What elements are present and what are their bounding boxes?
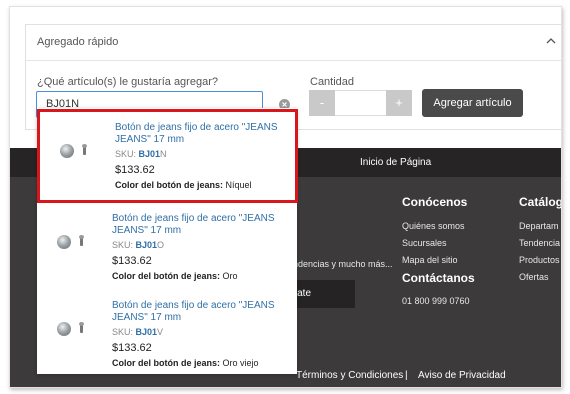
suggestion-sku: SKU: BJ01O <box>112 240 165 250</box>
chevron-up-icon[interactable] <box>544 34 558 48</box>
footer-link-tendencias[interactable]: Tendencia <box>519 238 560 248</box>
pin-image <box>82 144 87 155</box>
footer-link-mapa-del-sitio[interactable]: Mapa del sitio <box>402 255 458 265</box>
footer-link-ofertas[interactable]: Ofertas <box>519 272 549 282</box>
product-thumbnail <box>60 144 74 158</box>
terms-link[interactable]: Términos y Condiciones <box>296 370 403 381</box>
suggestion-item[interactable]: Botón de jeans fijo de acero "JEANS JEAN… <box>37 203 297 291</box>
pin-image <box>79 235 84 246</box>
suggestion-title[interactable]: Botón de jeans fijo de acero "JEANS JEAN… <box>112 300 282 324</box>
footer-link-sucursales[interactable]: Sucursales <box>402 238 447 248</box>
suggestion-title[interactable]: Botón de jeans fijo de acero "JEANS JEAN… <box>112 213 282 237</box>
suggestion-attribute: Color del botón de jeans: Oro <box>112 271 238 281</box>
suggestion-sku: SKU: BJ01V <box>112 327 164 337</box>
quantity-label: Cantidad <box>310 76 355 88</box>
quantity-plus-button[interactable]: + <box>386 90 412 116</box>
contactanos-title: Contáctanos <box>402 271 475 285</box>
suggestion-attribute: Color del botón de jeans: Oro viejo <box>112 358 259 368</box>
footer-phone[interactable]: 01 800 999 0760 <box>402 296 470 306</box>
screenshot-frame: Agregado rápido ¿Qué artículo(s) le gust… <box>9 6 562 388</box>
suggestion-price: $133.62 <box>115 164 155 176</box>
quantity-input[interactable] <box>335 90 386 116</box>
privacy-link[interactable]: Aviso de Privacidad <box>418 370 506 381</box>
suggestion-price: $133.62 <box>112 342 152 354</box>
footer-link-quienes-somos[interactable]: Quiénes somos <box>402 221 465 231</box>
newsletter-text: ndencias y mucho más... <box>293 259 393 269</box>
quick-add-header[interactable]: Agregado rápido <box>26 25 561 61</box>
product-thumbnail <box>57 322 71 336</box>
suggestions-dropdown: Botón de jeans fijo de acero "JEANS JEAN… <box>37 108 298 374</box>
quick-add-title: Agregado rápido <box>37 36 119 48</box>
suggestion-price: $133.62 <box>112 255 152 267</box>
footer-link-productos[interactable]: Productos <box>519 255 560 265</box>
catalogo-title: Catálog <box>519 195 562 209</box>
back-to-top-link[interactable]: Inicio de Página <box>360 157 431 168</box>
item-question-label: ¿Qué artículo(s) le gustaría agregar? <box>37 76 218 88</box>
suggestion-item[interactable]: Botón de jeans fijo de acero "JEANS JEAN… <box>37 109 298 203</box>
footer-link-departamentos[interactable]: Departam <box>519 221 559 231</box>
suggestion-title[interactable]: Botón de jeans fijo de acero "JEANS JEAN… <box>115 122 285 146</box>
suggestion-item[interactable]: Botón de jeans fijo de acero "JEANS JEAN… <box>37 290 297 378</box>
suggestion-attribute: Color del botón de jeans: Níquel <box>115 180 252 190</box>
legal-separator: | <box>405 370 408 381</box>
quantity-minus-button[interactable]: - <box>309 90 335 116</box>
add-item-button[interactable]: Agregar artículo <box>422 89 523 117</box>
product-thumbnail <box>57 235 71 249</box>
pin-image <box>79 322 84 333</box>
conocenos-title: Conócenos <box>402 195 468 209</box>
suggestion-sku: SKU: BJ01N <box>115 149 167 159</box>
